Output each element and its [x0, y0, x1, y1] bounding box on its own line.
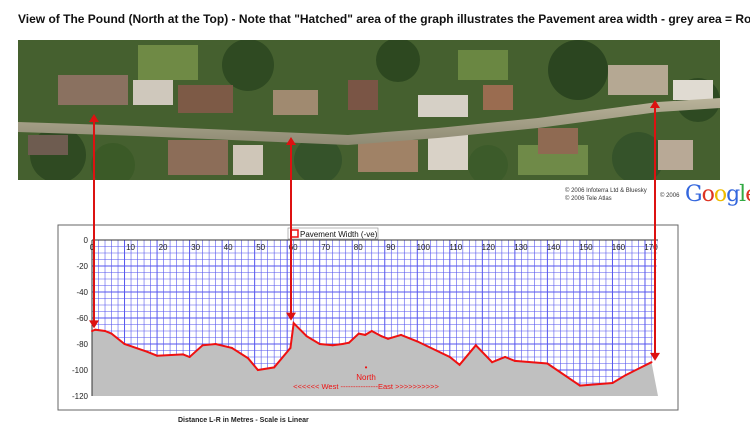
y-tick-label: -60	[76, 314, 88, 323]
data-point	[289, 346, 292, 349]
data-point	[214, 343, 217, 345]
y-tick-label: -40	[76, 288, 88, 297]
data-point	[387, 337, 390, 340]
data-point	[91, 330, 93, 332]
data-point	[188, 356, 191, 358]
chart-legend: Pavement Width (-ve)	[287, 227, 379, 240]
data-point	[292, 322, 295, 325]
data-point	[458, 363, 461, 366]
data-point	[513, 359, 516, 362]
north-marker: •	[365, 363, 368, 372]
data-point	[504, 356, 507, 358]
y-tick-label: -80	[76, 340, 88, 349]
x-tick-label: 100	[417, 243, 431, 252]
data-point	[331, 344, 334, 347]
x-tick-label: 80	[354, 243, 363, 252]
x-tick-label: 10	[126, 243, 135, 252]
data-point	[400, 333, 403, 336]
x-tick-label: 30	[191, 243, 200, 252]
north-label: North	[356, 373, 376, 382]
x-tick-label: 90	[386, 243, 395, 252]
data-point	[380, 335, 383, 338]
data-point	[182, 353, 185, 356]
x-tick-label: 20	[159, 243, 168, 252]
y-tick-label: -100	[72, 366, 89, 375]
x-tick-label: 140	[547, 243, 561, 252]
x-tick-label: 150	[579, 243, 593, 252]
data-point	[491, 361, 494, 364]
data-point	[347, 341, 350, 344]
data-point	[448, 356, 451, 358]
x-tick-label: 120	[482, 243, 496, 252]
data-point	[624, 374, 627, 377]
x-tick-label: 160	[612, 243, 626, 252]
pavement-width-chart: 0-20-40-60-80-100-1200 10 20 30 40 50 60 70 80 90…	[57, 100, 679, 411]
data-point	[318, 343, 321, 345]
x-tick-label: 50	[256, 243, 265, 252]
data-point	[578, 384, 581, 387]
data-point	[156, 354, 159, 357]
x-tick-label: 130	[514, 243, 528, 252]
data-point	[341, 343, 344, 345]
data-point	[146, 350, 149, 353]
data-point	[201, 344, 204, 347]
data-point	[256, 369, 259, 371]
data-point	[247, 357, 250, 360]
arrow-head-up	[89, 114, 99, 122]
y-tick-label: 0	[84, 236, 89, 245]
data-point	[110, 332, 113, 335]
arrow-head-up	[650, 100, 660, 108]
data-point	[416, 340, 419, 343]
x-tick-label: 110	[449, 243, 462, 252]
x-tick-label: 70	[321, 243, 330, 252]
arrow-head-up	[286, 137, 296, 145]
legend-label: Pavement Width (-ve)	[300, 230, 378, 239]
data-point	[474, 344, 477, 347]
data-point	[650, 361, 653, 364]
data-point	[273, 366, 276, 369]
data-point	[546, 362, 549, 365]
data-point	[357, 332, 360, 335]
x-tick-label: 170	[644, 243, 658, 252]
data-point	[370, 330, 373, 332]
y-tick-label: -20	[76, 262, 88, 271]
data-point	[611, 382, 614, 384]
direction-label: <<<<<< West ---------------East >>>>>>>>…	[293, 382, 439, 391]
data-point	[104, 330, 107, 332]
x-axis-caption: Distance L-R in Metres - Scale is Linear	[178, 417, 309, 424]
data-point	[94, 328, 97, 331]
data-point	[230, 346, 233, 349]
data-point	[305, 335, 308, 338]
data-point	[123, 343, 126, 345]
x-tick-label: 40	[224, 243, 233, 252]
y-tick-label: -120	[72, 392, 89, 401]
data-point	[364, 333, 367, 336]
